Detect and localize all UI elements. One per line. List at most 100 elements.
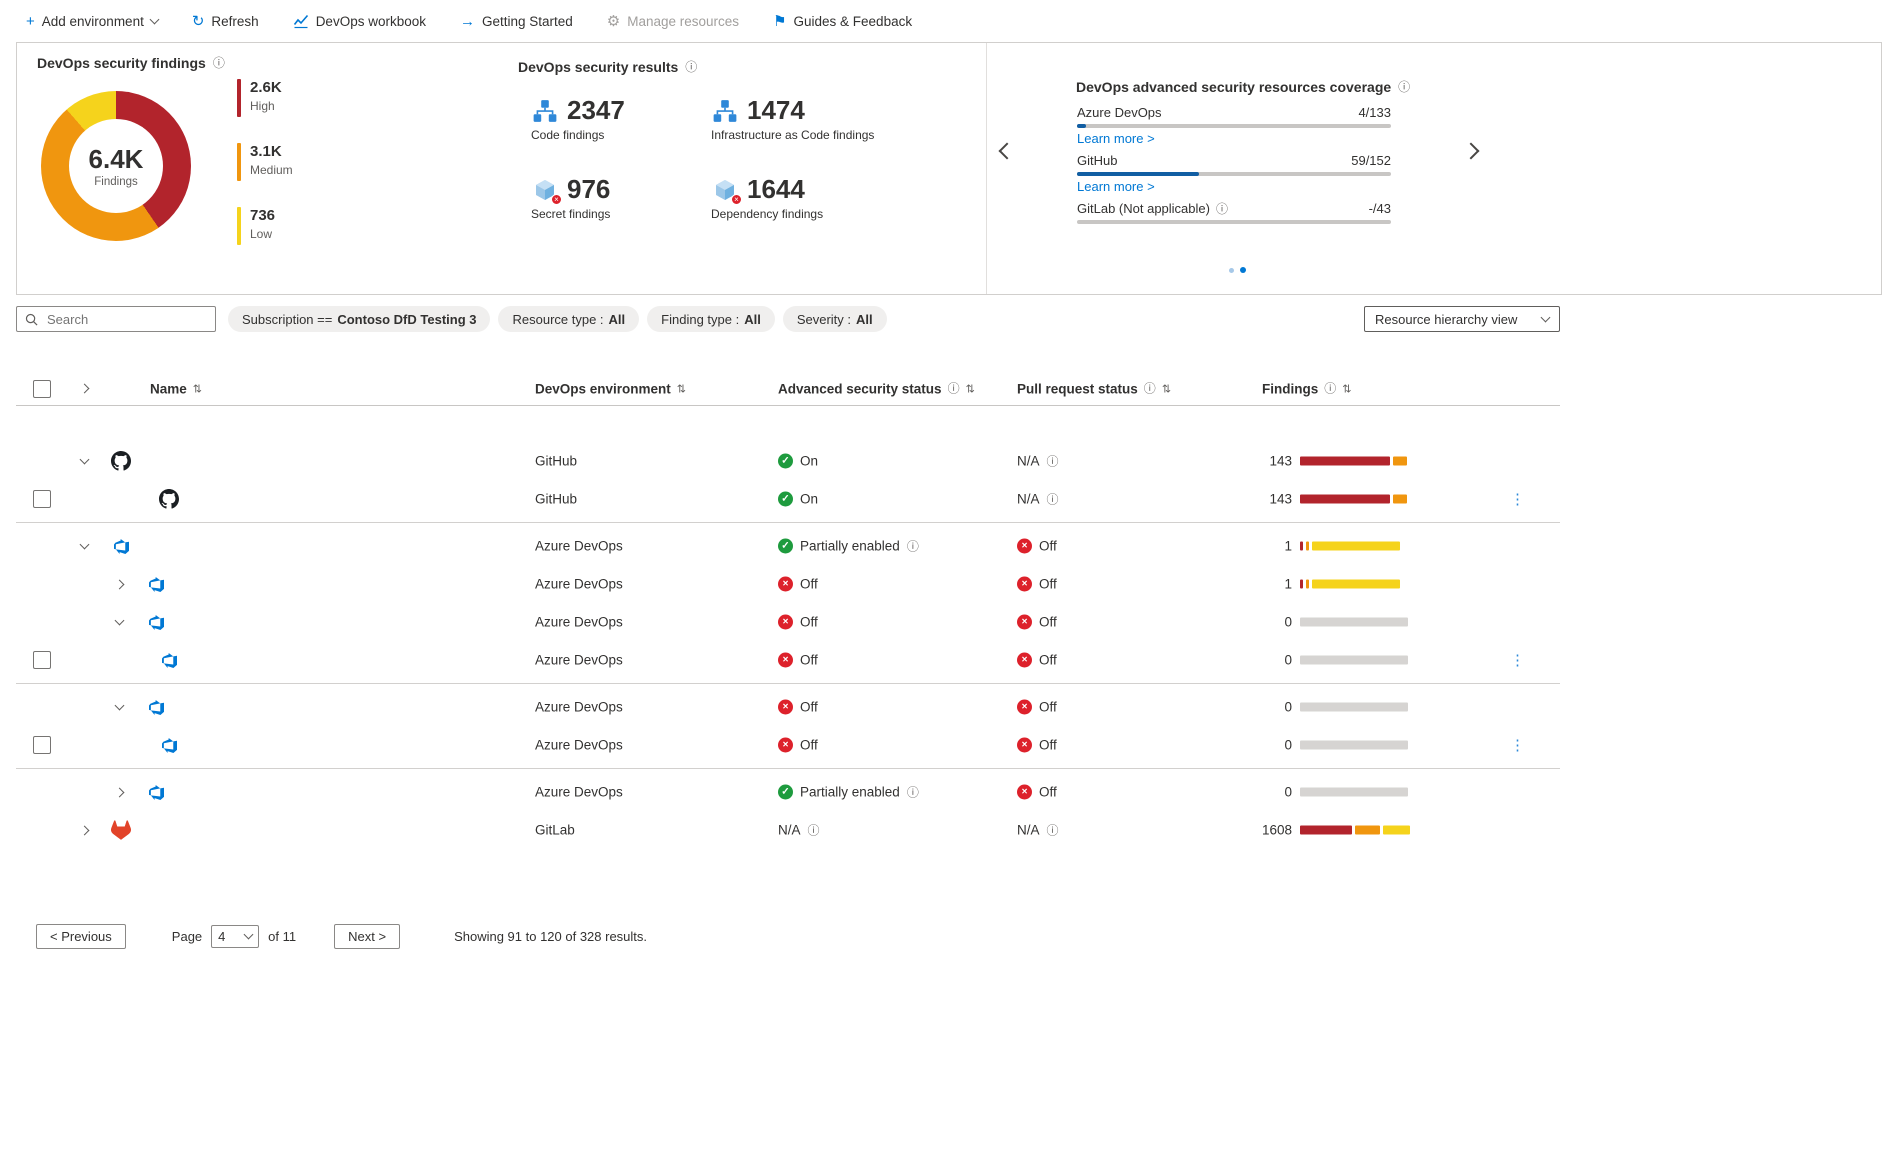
- row-group-separator: [16, 518, 1560, 527]
- pill-value: Contoso DfD Testing 3: [337, 312, 476, 327]
- getting-started-button[interactable]: → Getting Started: [460, 14, 573, 29]
- chevron-right-icon[interactable]: [111, 784, 127, 800]
- table-row[interactable]: GitLab N/Aⓘ N/Aⓘ 1608: [16, 811, 1560, 849]
- dependency-findings-item: × 1644 Dependency findings: [711, 174, 874, 221]
- info-icon[interactable]: ⓘ: [1398, 81, 1410, 93]
- table-row[interactable]: Azure DevOps ✓Partially enabledⓘ ×Off 1: [16, 527, 1560, 565]
- advanced-security-status-cell: ×Off: [778, 577, 818, 592]
- row-menu-icon[interactable]: ⋮: [1510, 490, 1526, 508]
- high-color-bar: [237, 79, 241, 117]
- info-icon[interactable]: ⓘ: [1047, 455, 1059, 467]
- column-header-findings[interactable]: Findingsⓘ⇅: [1262, 381, 1351, 396]
- table-row[interactable]: Azure DevOps ×Off ×Off 0 ⋮: [16, 641, 1560, 679]
- table-row[interactable]: GitHub ✓On N/Aⓘ 143 ⋮: [16, 480, 1560, 518]
- results-card-title-text: DevOps security results: [518, 59, 678, 75]
- table-row[interactable]: Azure DevOps ×Off ×Off 0: [16, 688, 1560, 726]
- info-icon[interactable]: ⓘ: [808, 824, 820, 836]
- devops-workbook-button[interactable]: DevOps workbook: [293, 13, 426, 29]
- view-selector-dropdown[interactable]: Resource hierarchy view: [1364, 306, 1560, 332]
- info-icon[interactable]: ⓘ: [1324, 383, 1336, 395]
- chevron-down-icon: [149, 14, 159, 24]
- sort-icon[interactable]: ⇅: [1162, 382, 1171, 395]
- row-checkbox[interactable]: [33, 651, 51, 669]
- getting-started-label: Getting Started: [482, 14, 573, 29]
- search-input[interactable]: [45, 311, 207, 328]
- sort-icon[interactable]: ⇅: [193, 382, 202, 395]
- status-off-icon: ×: [778, 615, 793, 630]
- chevron-down-icon[interactable]: [76, 453, 92, 469]
- status-label: Off: [800, 738, 818, 753]
- table-row[interactable]: Azure DevOps ×Off ×Off 0: [16, 603, 1560, 641]
- filter-pill-subscription[interactable]: Subscription == Contoso DfD Testing 3: [228, 306, 490, 332]
- carousel-dot[interactable]: [1229, 268, 1234, 273]
- filter-pill-severity[interactable]: Severity : All: [783, 306, 887, 332]
- pill-label: Subscription ==: [242, 312, 332, 327]
- column-header-environment[interactable]: DevOps environment⇅: [535, 381, 686, 396]
- filter-pill-finding-type[interactable]: Finding type : All: [647, 306, 775, 332]
- carousel-dot-active[interactable]: [1240, 267, 1246, 273]
- coverage-name: GitHub: [1077, 153, 1117, 168]
- add-environment-button[interactable]: + Add environment: [26, 14, 158, 29]
- carousel-right-arrow[interactable]: [1461, 141, 1481, 161]
- filter-pill-resource-type[interactable]: Resource type : All: [498, 306, 639, 332]
- chevron-down-icon[interactable]: [111, 699, 127, 715]
- select-all-checkbox[interactable]: [33, 380, 51, 398]
- table-row[interactable]: Azure DevOps ×Off ×Off 0 ⋮: [16, 726, 1560, 764]
- chevron-right-icon[interactable]: [76, 822, 92, 838]
- table-row[interactable]: GitHub ✓On N/Aⓘ 143: [16, 442, 1560, 480]
- sort-icon[interactable]: ⇅: [677, 382, 686, 395]
- info-icon[interactable]: ⓘ: [1144, 383, 1156, 395]
- coverage-name: Azure DevOps: [1077, 105, 1162, 120]
- carousel-left-arrow[interactable]: [997, 141, 1017, 161]
- manage-resources-label: Manage resources: [627, 14, 739, 29]
- chevron-down-icon[interactable]: [111, 614, 127, 630]
- info-icon[interactable]: ⓘ: [1047, 824, 1059, 836]
- status-label: Off: [1039, 615, 1057, 630]
- devops-security-page: + Add environment ↻ Refresh DevOps workb…: [0, 0, 1897, 1155]
- info-icon[interactable]: ⓘ: [907, 540, 919, 552]
- info-icon[interactable]: ⓘ: [907, 786, 919, 798]
- findings-count: 143: [1222, 492, 1292, 507]
- table-row[interactable]: Azure DevOps ✓Partially enabledⓘ ×Off 0: [16, 773, 1560, 811]
- row-menu-icon[interactable]: ⋮: [1510, 651, 1526, 669]
- chevron-right-icon[interactable]: [111, 576, 127, 592]
- row-checkbox[interactable]: [33, 736, 51, 754]
- guides-feedback-button[interactable]: ⚑ Guides & Feedback: [773, 14, 912, 29]
- chevron-down-icon[interactable]: [76, 538, 92, 554]
- table-body: GitHub ✓On N/Aⓘ 143 GitHub ✓On N/Aⓘ 143 …: [16, 406, 1560, 849]
- findings-bar-segment: [1300, 788, 1408, 797]
- page-number-select[interactable]: 4: [211, 925, 259, 948]
- search-box[interactable]: [16, 306, 216, 332]
- previous-page-button[interactable]: < Previous: [36, 924, 126, 949]
- info-icon[interactable]: ⓘ: [1047, 493, 1059, 505]
- azdo-icon: [158, 649, 180, 671]
- status-off-icon: ×: [778, 738, 793, 753]
- chevron-down-icon: [1541, 312, 1551, 322]
- info-icon[interactable]: ⓘ: [1216, 203, 1228, 215]
- sort-icon[interactable]: ⇅: [966, 382, 975, 395]
- column-header-name[interactable]: Name⇅: [150, 381, 202, 396]
- info-icon[interactable]: ⓘ: [948, 383, 960, 395]
- pull-request-status-cell: ×Off: [1017, 653, 1057, 668]
- learn-more-link[interactable]: Learn more >: [1077, 179, 1155, 194]
- status-on-icon: ✓: [778, 539, 793, 554]
- learn-more-link[interactable]: Learn more >: [1077, 131, 1155, 146]
- column-header-pull-request[interactable]: Pull request statusⓘ⇅: [1017, 381, 1171, 396]
- pill-label: Resource type :: [512, 312, 603, 327]
- findings-bar: [1300, 580, 1416, 589]
- row-menu-icon[interactable]: ⋮: [1510, 736, 1526, 754]
- expand-all-icon[interactable]: [76, 381, 92, 397]
- table-row[interactable]: Azure DevOps ×Off ×Off 1: [16, 565, 1560, 603]
- row-checkbox[interactable]: [33, 490, 51, 508]
- info-icon[interactable]: ⓘ: [213, 57, 225, 69]
- info-icon[interactable]: ⓘ: [685, 61, 697, 73]
- sort-icon[interactable]: ⇅: [1342, 382, 1351, 395]
- findings-bar-segment: [1300, 741, 1408, 750]
- coverage-card-title: DevOps advanced security resources cover…: [1076, 79, 1410, 95]
- legend-item-high: 2.6K High: [237, 79, 293, 117]
- findings-bar: [1300, 788, 1416, 797]
- next-page-button[interactable]: Next >: [334, 924, 400, 949]
- devops-environment-cell: Azure DevOps: [535, 577, 623, 592]
- column-header-advanced-security[interactable]: Advanced security statusⓘ⇅: [778, 381, 975, 396]
- refresh-button[interactable]: ↻ Refresh: [192, 14, 259, 29]
